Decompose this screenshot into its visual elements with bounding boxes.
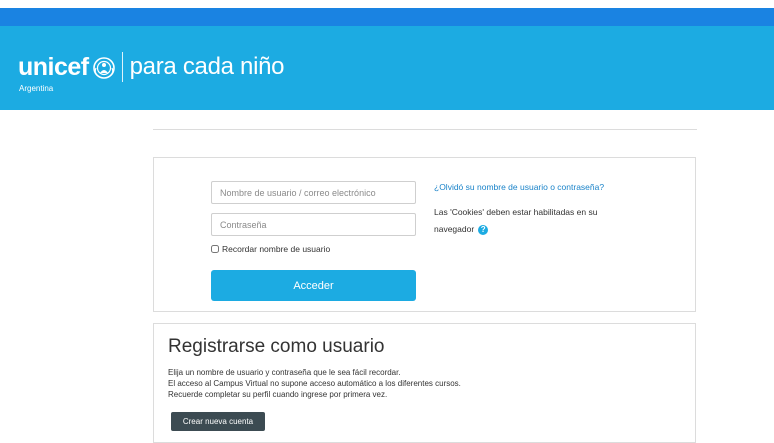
unicef-globe-icon <box>92 56 115 79</box>
top-bar <box>0 8 774 26</box>
brand-logo[interactable]: unicef para cada niño <box>18 52 285 82</box>
register-title: Registrarse como usuario <box>168 336 385 357</box>
password-input[interactable] <box>211 213 416 236</box>
remember-checkbox[interactable] <box>211 245 219 253</box>
brand-separator <box>121 52 123 82</box>
create-account-button[interactable]: Crear nueva cuenta <box>171 412 265 431</box>
register-card: Registrarse como usuario Elija un nombre… <box>153 323 696 443</box>
cookies-notice: Las 'Cookies' deben estar habilitadas en… <box>434 204 629 238</box>
register-instructions: Elija un nombre de usuario y contraseña … <box>168 367 461 400</box>
site-header: unicef para cada niño Argentina <box>0 26 774 110</box>
login-button[interactable]: Acceder <box>211 270 416 301</box>
remember-label: Recordar nombre de usuario <box>222 244 331 254</box>
register-line: El acceso al Campus Virtual no supone ac… <box>168 379 461 388</box>
login-card: Recordar nombre de usuario Acceder ¿Olvi… <box>153 157 696 312</box>
brand-name: unicef <box>18 53 89 81</box>
username-input[interactable] <box>211 181 416 204</box>
register-line: Recuerde completar su perfil cuando ingr… <box>168 390 388 399</box>
divider <box>153 129 697 130</box>
register-line: Elija un nombre de usuario y contraseña … <box>168 368 401 377</box>
question-circle-icon[interactable]: ? <box>478 224 489 235</box>
remember-username[interactable]: Recordar nombre de usuario <box>211 244 330 254</box>
brand-tagline: para cada niño <box>129 53 285 80</box>
forgot-password-link[interactable]: ¿Olvidó su nombre de usuario o contraseñ… <box>434 182 604 192</box>
cookies-text: Las 'Cookies' deben estar habilitadas en… <box>434 207 598 234</box>
brand-country: Argentina <box>19 84 54 93</box>
